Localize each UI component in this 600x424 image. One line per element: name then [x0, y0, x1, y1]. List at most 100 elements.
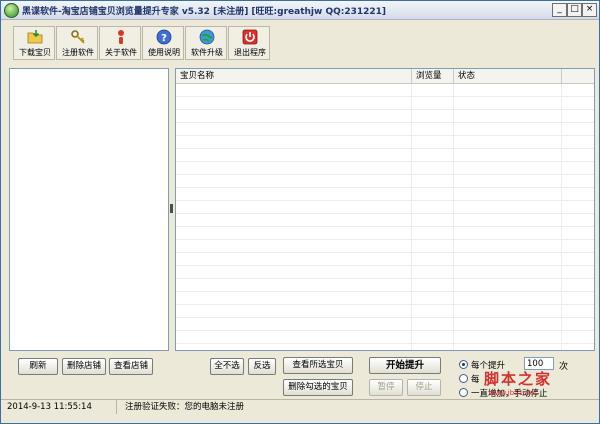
- items-table[interactable]: 宝贝名称 浏览量 状态: [175, 68, 595, 351]
- table-row[interactable]: [176, 175, 594, 188]
- table-cell: [562, 175, 594, 187]
- toolbar-label: 使用说明: [148, 48, 180, 57]
- table-cell: [454, 136, 562, 148]
- table-cell: [412, 344, 454, 350]
- table-cell: [454, 253, 562, 265]
- panel-splitter[interactable]: [169, 68, 174, 349]
- table-cell: [176, 279, 412, 291]
- app-window: 黑谍软件-淘宝店铺宝贝浏览量提升专家 v5.32 [未注册] [旺旺:great…: [0, 0, 600, 424]
- table-row[interactable]: [176, 344, 594, 350]
- table-cell: [176, 253, 412, 265]
- status-bar: 2014-9-13 11:55:14 注册验证失败：您的电脑未注册: [1, 399, 599, 414]
- table-cell: [562, 331, 594, 343]
- table-row[interactable]: [176, 331, 594, 344]
- invert-selection-button[interactable]: 反选: [248, 358, 276, 375]
- table-cell: [562, 240, 594, 252]
- title-bar[interactable]: 黑谍软件-淘宝店铺宝贝浏览量提升专家 v5.32 [未注册] [旺旺:great…: [1, 1, 599, 20]
- table-row[interactable]: [176, 84, 594, 97]
- delete-checked-items-button[interactable]: 删除勾选的宝贝: [283, 379, 353, 396]
- table-cell: [562, 253, 594, 265]
- table-cell: [562, 266, 594, 278]
- shop-list-panel[interactable]: [9, 68, 169, 351]
- table-cell: [412, 240, 454, 252]
- table-cell: [412, 305, 454, 317]
- splitter-grip-icon: [170, 204, 173, 213]
- radio-unselected-icon: [459, 388, 468, 397]
- table-cell: [412, 97, 454, 109]
- table-cell: [176, 123, 412, 135]
- second-boost-radio[interactable]: 每: [459, 373, 480, 385]
- exit-program-button[interactable]: 退出程序: [228, 26, 270, 60]
- radio-selected-icon: [459, 360, 468, 369]
- table-row[interactable]: [176, 201, 594, 214]
- table-cell: [412, 318, 454, 330]
- table-cell: [412, 253, 454, 265]
- column-header-filler: [562, 69, 594, 83]
- user-manual-button[interactable]: ? 使用说明: [142, 26, 184, 60]
- view-shop-button[interactable]: 查看店铺: [109, 358, 153, 375]
- select-none-button[interactable]: 全不选: [210, 358, 244, 375]
- table-cell: [562, 149, 594, 161]
- table-cell: [176, 305, 412, 317]
- table-cell: [176, 227, 412, 239]
- app-logo-icon: [4, 3, 19, 18]
- table-cell: [176, 266, 412, 278]
- table-row[interactable]: [176, 279, 594, 292]
- table-row[interactable]: [176, 266, 594, 279]
- table-cell: [176, 201, 412, 213]
- minimize-button[interactable]: _: [552, 3, 567, 17]
- column-header-status[interactable]: 状态: [454, 69, 562, 83]
- table-row[interactable]: [176, 123, 594, 136]
- software-upgrade-button[interactable]: 软件升级: [185, 26, 227, 60]
- stop-button[interactable]: 停止: [407, 379, 441, 396]
- download-items-button[interactable]: 下载宝贝: [13, 26, 55, 60]
- table-row[interactable]: [176, 162, 594, 175]
- table-row[interactable]: [176, 136, 594, 149]
- table-cell: [412, 214, 454, 226]
- table-cell: [412, 149, 454, 161]
- table-cell: [412, 175, 454, 187]
- table-row[interactable]: [176, 318, 594, 331]
- table-row[interactable]: [176, 305, 594, 318]
- table-row[interactable]: [176, 292, 594, 305]
- column-header-views[interactable]: 浏览量: [412, 69, 454, 83]
- table-cell: [412, 266, 454, 278]
- close-button[interactable]: ×: [582, 3, 597, 17]
- register-software-button[interactable]: 注册软件: [56, 26, 98, 60]
- table-cell: [562, 188, 594, 200]
- table-row[interactable]: [176, 188, 594, 201]
- table-cell: [562, 123, 594, 135]
- table-row[interactable]: [176, 97, 594, 110]
- table-row[interactable]: [176, 110, 594, 123]
- table-row[interactable]: [176, 253, 594, 266]
- table-row[interactable]: [176, 240, 594, 253]
- table-row[interactable]: [176, 227, 594, 240]
- window-title: 黑谍软件-淘宝店铺宝贝浏览量提升专家 v5.32 [未注册] [旺旺:great…: [22, 7, 387, 17]
- table-cell: [562, 97, 594, 109]
- watermark-url: www.jb51.net: [489, 389, 537, 397]
- refresh-button[interactable]: 刷新: [18, 358, 58, 375]
- toolbar-label: 下载宝贝: [19, 48, 51, 57]
- view-selected-items-button[interactable]: 查看所选宝贝: [283, 357, 353, 374]
- table-cell: [454, 84, 562, 96]
- table-cell: [176, 84, 412, 96]
- start-boost-button[interactable]: 开始提升: [369, 357, 441, 374]
- table-cell: [562, 344, 594, 350]
- table-cell: [176, 214, 412, 226]
- table-cell: [176, 149, 412, 161]
- about-software-button[interactable]: 关于软件: [99, 26, 141, 60]
- toolbar-label: 关于软件: [105, 48, 137, 57]
- table-row[interactable]: [176, 214, 594, 227]
- watermark-logo: 脚本之家: [484, 370, 553, 388]
- table-cell: [454, 318, 562, 330]
- power-exit-icon: [242, 29, 258, 45]
- toolbar-label: 注册软件: [62, 48, 94, 57]
- table-cell: [176, 344, 412, 350]
- svg-text:?: ?: [161, 33, 167, 44]
- table-row[interactable]: [176, 149, 594, 162]
- delete-shop-button[interactable]: 删除店铺: [62, 358, 106, 375]
- table-cell: [412, 331, 454, 343]
- column-header-item-name[interactable]: 宝贝名称: [176, 69, 412, 83]
- maximize-button[interactable]: □: [567, 3, 582, 17]
- pause-button[interactable]: 暂停: [369, 379, 403, 396]
